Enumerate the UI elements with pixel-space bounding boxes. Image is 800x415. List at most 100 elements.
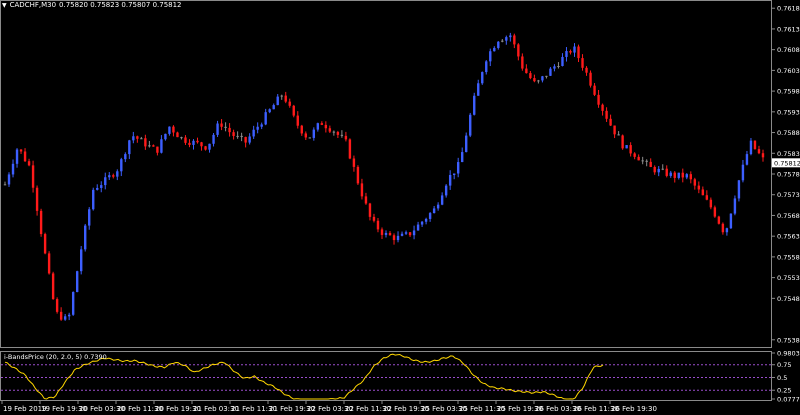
price-tick-label: 0.75785 [777,171,800,179]
candle-body [43,234,47,254]
candle-body [252,129,255,137]
candle-body [280,95,283,97]
candle-body [749,140,753,155]
candle-body [757,149,761,154]
candle-body [340,134,344,136]
candle-body [745,154,749,165]
candle-body [192,140,195,145]
candle-body [517,44,520,57]
candle-body [473,95,476,115]
candle-body [184,137,187,143]
candle-body [208,143,211,150]
candle-body [404,232,408,234]
indicator-tick-label: 0.9803 [777,350,800,358]
indicator-axis: 0.9803 0.75 0.5 0.250.0777 [771,350,800,404]
candle-body [609,118,612,126]
candle-body [737,180,741,199]
symbol-label: CADCHF,M30 [9,1,57,9]
indicator-tick-label: 0.25 [777,387,791,395]
candle-body [196,140,199,143]
time-tick-label: 26 Feb 19:30 [611,405,657,413]
candle-body [424,218,428,222]
candle-body [384,232,388,235]
candle-body [31,165,35,188]
candle-body [284,95,287,102]
candle-body [497,41,500,48]
candle-body [673,172,676,178]
candle-body [200,142,203,147]
candle-body [617,134,620,136]
candle-body [216,123,219,135]
price-tick-label: 0.76035 [777,67,800,75]
candle-body [27,161,31,166]
candle-body [144,138,147,147]
candle-body [152,145,155,147]
candlestick-series [3,32,765,321]
candle-body [729,213,733,229]
candle-body [689,174,692,180]
candle-body [701,189,705,196]
candle-body [465,135,468,153]
candle-body [621,135,624,149]
candle-body [505,37,508,41]
price-tick-label: 0.75735 [777,191,800,199]
candle-body [156,146,159,153]
candle-body [172,126,175,133]
candle-body [589,72,592,86]
price-tick-label: 0.75635 [777,233,800,241]
candle-body [661,168,664,170]
candle-body [71,292,75,315]
candle-body [705,195,709,200]
candle-body [653,167,656,173]
candle-body [376,220,380,230]
candle-body [613,125,616,135]
candle-body [733,198,737,214]
candle-body [244,137,247,143]
candle-body [525,68,528,74]
candle-body [493,47,496,52]
candle-body [352,158,356,167]
candle-body [296,115,299,126]
candle-body [128,140,131,155]
candle-body [577,46,580,59]
candle-body [80,249,83,272]
candle-body [364,196,368,204]
trading-chart[interactable]: 0.76185 0.76135 0.76085 0.76035 0.75985 0.759… [0,0,800,415]
candle-body [677,172,680,178]
candle-body [477,83,480,96]
candle-body [741,164,745,181]
candle-body [320,123,324,125]
price-tick-label: 0.75985 [777,88,800,96]
price-tick-label: 0.76185 [777,5,800,13]
candle-body [569,51,572,53]
candle-body [697,185,701,190]
price-tick-label: 0.75485 [777,295,800,303]
candle-body [641,160,644,162]
candle-body [456,162,460,174]
candle-body [328,128,332,132]
candle-body [665,168,668,176]
candle-body [116,171,119,177]
candle-body [164,133,167,140]
candle-body [481,72,484,84]
candle-body [649,161,652,168]
candle-body [529,73,532,79]
candle-body [533,78,536,82]
candle-body [55,299,59,312]
candle-body [412,230,416,236]
price-tick-label: 0.75685 [777,212,800,220]
price-tick-label: 0.75585 [777,253,800,261]
candle-body [440,195,444,205]
candle-body [292,105,295,116]
candle-body [557,65,560,67]
indicator-title[interactable]: i-BandsPrice (20, 2.0, 5) 0.7390 [4,353,107,361]
candle-body [709,199,713,208]
candle-body [180,137,183,139]
price-tick-label: 0.75385 [777,336,800,344]
candle-body [59,311,63,320]
dropdown-triangle-icon[interactable]: ▼ [2,2,7,9]
price-tick-label: 0.76085 [777,46,800,54]
symbol-header[interactable]: ▼ CADCHF,M30 0.75820 0.75823 0.75807 0.7… [2,1,182,9]
candle-body [304,133,307,138]
candle-body [541,76,544,81]
